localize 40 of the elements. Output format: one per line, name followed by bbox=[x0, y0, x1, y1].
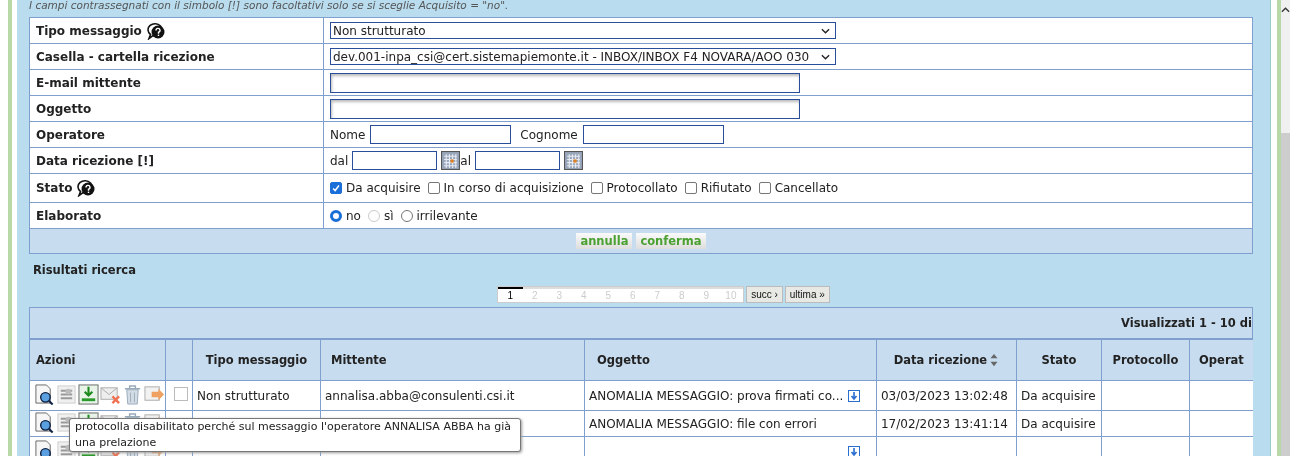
field-label: Cognome bbox=[520, 127, 578, 142]
table-cell: 03/03/2023 13:02:48 bbox=[880, 388, 1008, 403]
field-label: Operatore bbox=[35, 127, 105, 142]
column-header: Oggetto bbox=[584, 339, 877, 381]
column-header: Data ricezione bbox=[876, 339, 1017, 381]
column-header: Protocollo bbox=[1101, 339, 1190, 381]
field-label: E-mail mittente bbox=[35, 75, 141, 90]
column-header: Azioni bbox=[29, 339, 166, 381]
checkbox-label: Rifiutato bbox=[700, 181, 752, 195]
radio-label: no bbox=[345, 208, 361, 223]
field-label: Nome bbox=[329, 127, 366, 142]
column-header: Stato bbox=[1016, 339, 1102, 381]
field-label: Casella - cartella ricezione bbox=[35, 49, 215, 64]
column-header: Operat bbox=[1189, 339, 1253, 381]
table-cell: Non strutturato bbox=[196, 388, 290, 403]
field-label: Elaborato bbox=[35, 208, 102, 223]
table-cell: 17/02/2023 13:41:14 bbox=[880, 416, 1008, 431]
table-cell: ANOMALIA MESSAGGIO: prova firmati co... bbox=[588, 388, 844, 403]
checkbox-label: In corso di acquisizione bbox=[443, 181, 584, 195]
field-label: Tipo messaggio bbox=[35, 23, 142, 38]
results-count: Visualizzati 1 - 10 di bbox=[1121, 316, 1252, 330]
field-label: Stato bbox=[35, 181, 73, 195]
radio-label: sì bbox=[383, 208, 394, 223]
tooltip: protocolla disabilitato perché sul messaggio l'operatore ANNALISA ABBA ha già una prelazione bbox=[68, 418, 521, 452]
table-cell: Da acquisire bbox=[1020, 416, 1096, 431]
form-hint: I campi contrassegnati con il simbolo [!] sono facoltativi solo se si sceglie Acquisito = "no". bbox=[28, 0, 510, 13]
field-label: al bbox=[460, 153, 471, 168]
column-header: Tipo messaggio bbox=[192, 339, 321, 381]
checkbox-label: Protocollato bbox=[606, 181, 678, 195]
checkbox-label: Da acquisire bbox=[345, 181, 421, 195]
table-cell: annalisa.abba@consulenti.csi.it bbox=[324, 388, 515, 403]
radio-label: irrilevante bbox=[416, 208, 478, 223]
field-label: Data ricezione [!] bbox=[35, 153, 154, 168]
checkbox-label: Cancellato bbox=[774, 181, 839, 195]
table-cell: Da acquisire bbox=[1020, 388, 1096, 403]
column-header: Mittente bbox=[320, 339, 585, 381]
section-title: Risultati ricerca bbox=[31, 262, 137, 279]
table-cell: ANOMALIA MESSAGGIO: file con errori bbox=[588, 416, 817, 431]
field-label: dal bbox=[329, 153, 349, 168]
field-label: Oggetto bbox=[35, 101, 92, 116]
